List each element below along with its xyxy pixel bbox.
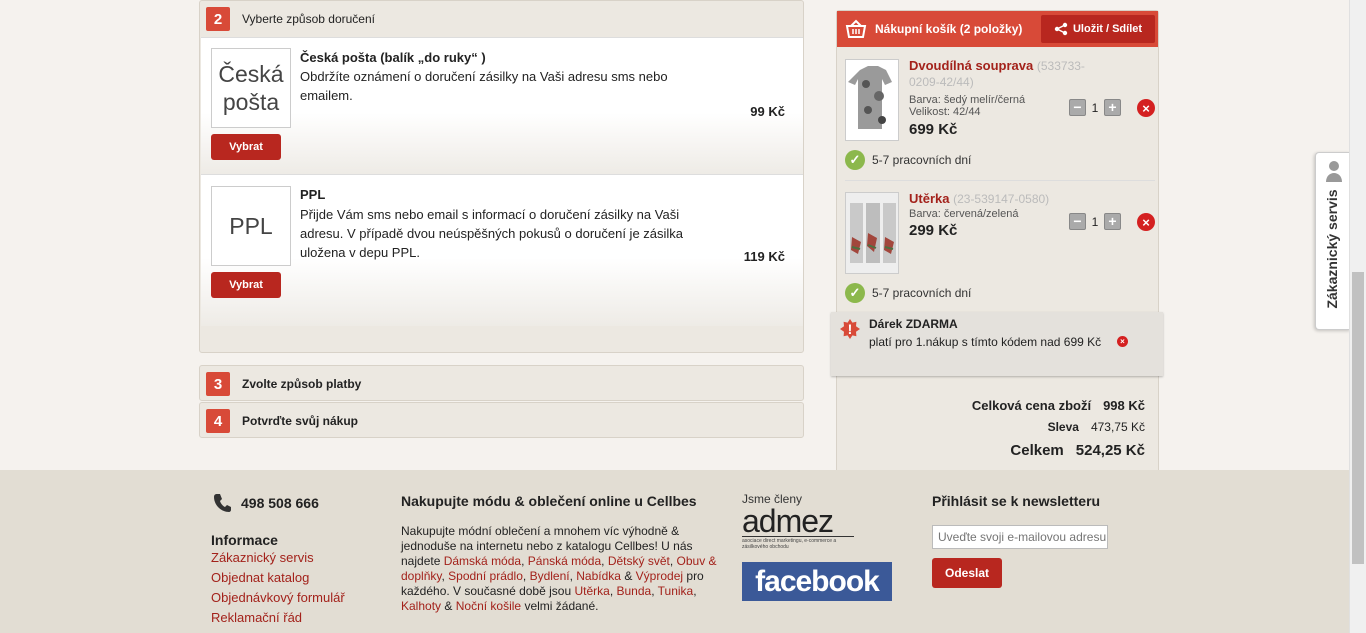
product-image[interactable] xyxy=(845,59,899,141)
newsletter-submit-button[interactable]: Odeslat xyxy=(932,558,1002,588)
option-price: 99 Kč xyxy=(750,104,785,119)
shopping-cart: Nákupní košík (2 položky) Uložit / Sdíle… xyxy=(836,10,1159,481)
scrollbar-thumb[interactable] xyxy=(1352,272,1364,564)
option-name: PPL xyxy=(300,187,326,202)
link-kalhoty[interactable]: Kalhoty xyxy=(401,599,441,613)
select-button[interactable]: Vybrat xyxy=(211,272,281,298)
step-title: Potvrďte svůj nákup xyxy=(242,414,358,428)
quantity-value: 1 xyxy=(1091,214,1099,229)
link-tunika[interactable]: Tunika xyxy=(658,584,694,598)
plus-icon[interactable]: + xyxy=(1104,213,1121,230)
promo-text: Nakupujte módní oblečení a mnohem víc vý… xyxy=(401,524,717,613)
link-nabidka[interactable]: Nabídka xyxy=(576,569,621,583)
page: 2 Vyberte způsob doručení Česká pošta Vyb… xyxy=(0,0,1366,633)
link-nocni-kosile[interactable]: Noční košile xyxy=(456,599,521,613)
link-panska[interactable]: Pánská móda xyxy=(528,554,601,568)
step-number: 3 xyxy=(206,372,230,396)
save-share-button[interactable]: Uložit / Sdílet xyxy=(1041,15,1155,43)
grand-total: Celkem 524,25 Kč xyxy=(1010,442,1145,459)
plus-icon[interactable]: + xyxy=(1104,99,1121,116)
remove-item-icon[interactable]: × xyxy=(1137,213,1155,231)
link-pradlo[interactable]: Spodní prádlo xyxy=(448,569,523,583)
link-damska[interactable]: Dámská móda xyxy=(444,554,521,568)
select-button[interactable]: Vybrat xyxy=(211,134,281,160)
phone-icon xyxy=(214,494,231,512)
footer-link[interactable]: Objednávkový formulář xyxy=(211,590,345,605)
scrollbar[interactable] xyxy=(1349,0,1366,633)
step-number: 2 xyxy=(206,7,230,31)
product-name[interactable]: Dvoudílná souprava (533733-0209-42/44) xyxy=(909,58,1089,90)
gift-title: Dárek ZDARMA xyxy=(869,317,958,331)
basket-icon xyxy=(845,19,867,38)
customer-service-tab[interactable]: Zákaznický servis xyxy=(1315,152,1351,330)
option-description: Obdržíte oznámení o doručení zásilky na … xyxy=(300,69,668,103)
ppl-logo: PPL xyxy=(211,186,291,266)
link-bydleni[interactable]: Bydlení xyxy=(530,569,570,583)
promo-heading: Nakupujte módu & oblečení online u Cellb… xyxy=(401,493,697,509)
alert-badge-icon: ! xyxy=(840,319,860,339)
link-uterka[interactable]: Utěrka xyxy=(574,584,609,598)
step-title: Zvolte způsob platby xyxy=(242,377,362,391)
check-icon: ✓ xyxy=(845,283,865,303)
footer-link[interactable]: Objednat katalog xyxy=(211,570,309,585)
share-icon xyxy=(1054,22,1068,36)
product-size: Velikost: 42/44 xyxy=(909,106,981,118)
step-delivery-header[interactable]: 2 Vyberte způsob doručení xyxy=(200,1,803,37)
gift-text: platí pro 1.nákup s tímto kódem nad 699 … xyxy=(869,335,1102,349)
quantity-value: 1 xyxy=(1091,100,1099,115)
side-tab-label: Zákaznický servis xyxy=(1324,189,1340,309)
product-color: Barva: šedý melír/černá xyxy=(909,94,1026,106)
product-name[interactable]: Utěrka (23-539147-0580) xyxy=(909,191,1089,207)
remove-item-icon[interactable]: × xyxy=(1137,99,1155,117)
newsletter-heading: Přihlásit se k newsletteru xyxy=(932,493,1101,509)
remove-gift-icon[interactable]: × xyxy=(1117,336,1128,347)
newsletter-email-input[interactable] xyxy=(932,525,1108,549)
minus-icon[interactable]: − xyxy=(1069,213,1086,230)
option-price: 119 Kč xyxy=(743,249,785,264)
option-description: Přijde Vám sms nebo email s informací o … xyxy=(300,207,684,260)
quantity-stepper: − 1 + xyxy=(1069,213,1121,230)
phone: 498 508 666 xyxy=(213,493,319,513)
minus-icon[interactable]: − xyxy=(1069,99,1086,116)
step-delivery: 2 Vyberte způsob doručení Česká pošta Vyb… xyxy=(199,0,804,353)
footer-link[interactable]: Zákaznický servis xyxy=(211,550,314,565)
admez-logo[interactable]: admez asociace direct marketingu, e-comm… xyxy=(742,505,854,550)
link-detsky[interactable]: Dětský svět xyxy=(608,554,670,568)
footer: 498 508 666 Informace Zákaznický servis … xyxy=(0,470,1349,633)
option-name: Česká pošta (balík „do ruky“ ) xyxy=(300,50,486,65)
product-image[interactable] xyxy=(845,192,899,274)
step-payment[interactable]: 3 Zvolte způsob platby xyxy=(199,365,804,401)
facebook-logo[interactable]: facebook xyxy=(742,562,892,601)
product-price: 299 Kč xyxy=(909,222,958,239)
ceska-posta-logo: Česká pošta xyxy=(211,48,291,128)
cart-item: Utěrka (23-539147-0580) Barva: červená/z… xyxy=(845,191,1155,316)
discount: Sleva 473,75 Kč xyxy=(1047,420,1145,434)
free-gift-banner: ! Dárek ZDARMA platí pro 1.nákup s tímto… xyxy=(831,312,1163,376)
divider xyxy=(845,180,1155,181)
link-bunda[interactable]: Bunda xyxy=(616,584,651,598)
cart-item: Dvoudílná souprava (533733-0209-42/44) B… xyxy=(845,58,1155,183)
step-confirm[interactable]: 4 Potvrďte svůj nákup xyxy=(199,402,804,438)
shipping-option-ceska-posta: Česká pošta Vybrat Česká pošta (balík „do… xyxy=(201,37,803,174)
product-color: Barva: červená/zelená xyxy=(909,208,1019,220)
quantity-stepper: − 1 + xyxy=(1069,99,1121,116)
cart-title: Nákupní košík (2 položky) xyxy=(875,22,1023,36)
total-goods: Celková cena zboží 998 Kč xyxy=(971,398,1145,413)
cart-header: Nákupní košík (2 položky) Uložit / Sdíle… xyxy=(837,11,1158,47)
shipping-option-ppl: PPL Vybrat PPL Přijde Vám sms nebo email… xyxy=(201,174,803,326)
step-number: 4 xyxy=(206,409,230,433)
delivery-time: ✓ 5-7 pracovních dní xyxy=(845,150,971,170)
delivery-time: ✓ 5-7 pracovních dní xyxy=(845,283,971,303)
info-heading: Informace xyxy=(211,532,278,548)
footer-link[interactable]: Reklamační řád xyxy=(211,610,302,625)
check-icon: ✓ xyxy=(845,150,865,170)
product-price: 699 Kč xyxy=(909,121,958,138)
step-title: Vyberte způsob doručení xyxy=(242,12,375,26)
link-vyprodej[interactable]: Výprodej xyxy=(636,569,683,583)
